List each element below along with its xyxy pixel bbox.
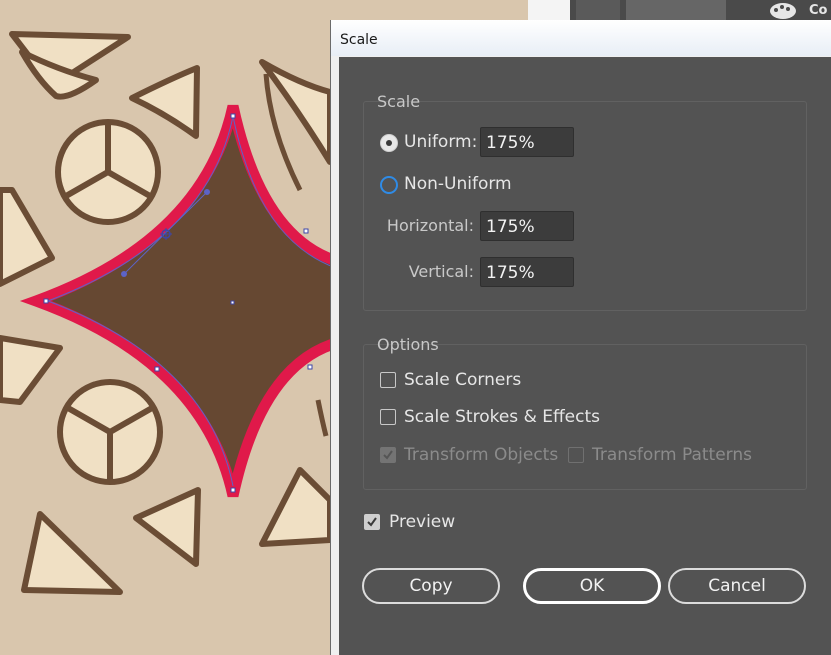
scale-corners-label[interactable]: Scale Corners — [404, 370, 521, 390]
checkmark-icon — [367, 517, 377, 527]
preview-checkbox[interactable] — [364, 514, 380, 530]
copy-button[interactable]: Copy — [362, 568, 500, 604]
ok-button[interactable]: OK — [523, 568, 661, 604]
color-palette-icon[interactable] — [768, 2, 798, 20]
app-panel-bar: Co — [528, 0, 831, 22]
panel-tab[interactable] — [528, 0, 570, 22]
vertical-label: Vertical: — [408, 262, 474, 281]
non-uniform-label: Non-Uniform — [404, 174, 512, 194]
vertical-scale-field[interactable]: 175% — [480, 257, 574, 287]
preview-label[interactable]: Preview — [389, 512, 455, 532]
uniform-label: Uniform: — [404, 132, 478, 152]
transform-patterns-label: Transform Patterns — [592, 445, 752, 465]
scale-group-label: Scale — [377, 92, 421, 111]
scale-dialog: Scale Scale Uniform: 175% Non-Uniform Ho… — [330, 20, 831, 655]
transform-patterns-checkbox — [568, 447, 584, 463]
cancel-button[interactable]: Cancel — [668, 568, 806, 604]
dialog-titlebar[interactable]: Scale — [331, 20, 831, 56]
dialog-body: Scale Uniform: 175% Non-Uniform Horizont… — [339, 57, 831, 655]
checkmark-icon — [383, 450, 393, 460]
scale-strokes-checkbox[interactable] — [380, 409, 396, 425]
panel-tab[interactable] — [576, 0, 620, 22]
horizontal-label: Horizontal: — [386, 216, 474, 235]
uniform-radio[interactable] — [380, 134, 398, 152]
panel-label: Co — [809, 3, 828, 18]
uniform-scale-field[interactable]: 175% — [480, 127, 574, 157]
non-uniform-radio[interactable] — [380, 176, 398, 194]
scale-strokes-label[interactable]: Scale Strokes & Effects — [404, 407, 600, 427]
options-group-label: Options — [377, 335, 439, 354]
transform-objects-label: Transform Objects — [404, 445, 559, 465]
ornament-trefoil[interactable] — [57, 379, 163, 485]
panel-tab[interactable] — [626, 0, 726, 22]
horizontal-scale-field[interactable]: 175% — [480, 211, 574, 241]
dialog-title: Scale — [340, 32, 378, 48]
scale-corners-checkbox[interactable] — [380, 372, 396, 388]
transform-objects-checkbox — [380, 447, 396, 463]
ornament-trefoil[interactable] — [55, 119, 161, 225]
